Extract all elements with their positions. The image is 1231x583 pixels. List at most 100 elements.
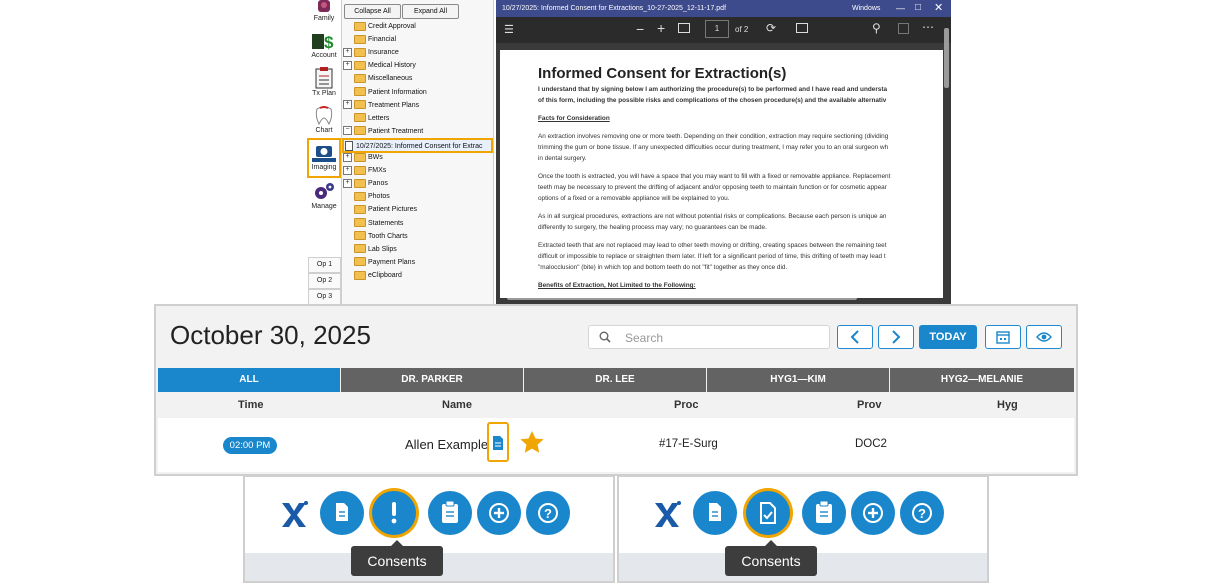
- column-hyg: Hyg: [997, 399, 1018, 411]
- tab-hyg2-melanie[interactable]: HYG2—MELANIE: [890, 368, 1074, 392]
- tree-item-label: 10/27/2025: Informed Consent for Extrac: [356, 142, 483, 150]
- logo-x-icon: [282, 501, 308, 527]
- add-button[interactable]: [477, 491, 521, 535]
- folder-icon: [354, 270, 366, 280]
- tree-item-label: Letters: [368, 114, 390, 122]
- clipboard-button[interactable]: [802, 491, 846, 535]
- expand-icon[interactable]: +: [343, 165, 352, 175]
- nav-manage[interactable]: Manage: [307, 182, 341, 210]
- next-day-button[interactable]: [878, 325, 914, 349]
- schedule-panel: October 30, 2025 Search TODAY ALL DR. PA…: [154, 304, 1078, 476]
- visibility-button[interactable]: [1026, 325, 1062, 349]
- nav-chart[interactable]: Chart: [307, 106, 341, 134]
- zoom-out-icon[interactable]: −: [636, 21, 644, 37]
- tree-item[interactable]: Patient Pictures: [354, 204, 417, 216]
- expand-icon[interactable]: +: [343, 60, 352, 70]
- search-icon[interactable]: ⚲: [872, 21, 881, 35]
- calendar-button[interactable]: [985, 325, 1021, 349]
- expand-icon[interactable]: +: [343, 100, 352, 110]
- tree-item[interactable]: Lab Slips: [354, 244, 397, 256]
- folder-icon: [354, 126, 366, 136]
- consents-complete-button[interactable]: [746, 491, 790, 535]
- clipboard-button[interactable]: [428, 491, 472, 535]
- document-check-icon: [760, 502, 776, 524]
- column-proc: Proc: [674, 399, 699, 411]
- tree-item[interactable]: Tooth Charts: [354, 231, 408, 243]
- tree-item-selected[interactable]: 10/27/2025: Informed Consent for Extrac: [342, 137, 493, 153]
- tab-all[interactable]: ALL: [158, 368, 340, 392]
- nav-tx-plan[interactable]: Tx Plan: [307, 67, 341, 97]
- close-icon[interactable]: ✕: [934, 1, 943, 14]
- expand-icon[interactable]: +: [343, 152, 352, 162]
- fit-page-icon[interactable]: [678, 23, 690, 33]
- zoom-in-icon[interactable]: +: [657, 20, 665, 36]
- documents-button[interactable]: [693, 491, 737, 535]
- tree-item[interactable]: Letters: [354, 113, 389, 125]
- patient-name[interactable]: Allen Example: [405, 437, 488, 452]
- nav-family[interactable]: Family: [307, 0, 341, 22]
- tree-item[interactable]: Credit Approval: [354, 21, 416, 33]
- tree-item[interactable]: + Panos: [343, 178, 388, 190]
- consents-alert-button[interactable]: [372, 491, 416, 535]
- tree-item-label: Patient Treatment: [368, 127, 424, 135]
- tree-item-label: eClipboard: [368, 271, 402, 279]
- tree-item[interactable]: − Patient Treatment: [343, 126, 423, 138]
- expand-icon[interactable]: +: [343, 178, 352, 188]
- eye-icon: [1036, 332, 1052, 342]
- tree-item[interactable]: Payment Plans: [354, 257, 415, 269]
- search-input[interactable]: Search: [588, 325, 830, 349]
- add-button[interactable]: [851, 491, 895, 535]
- help-button[interactable]: ?: [900, 491, 944, 535]
- tree-item[interactable]: Financial: [354, 34, 396, 46]
- folder-icon: [354, 191, 366, 201]
- today-button[interactable]: TODAY: [919, 325, 977, 349]
- contents-menu-icon[interactable]: ☰: [504, 23, 514, 36]
- nav-label: Family: [313, 15, 335, 22]
- tree-item[interactable]: + Insurance: [343, 47, 399, 59]
- tree-item[interactable]: Photos: [354, 191, 390, 203]
- consent-document-button[interactable]: [487, 422, 509, 462]
- star-icon[interactable]: [519, 430, 545, 454]
- tree-item[interactable]: + Treatment Plans: [343, 100, 419, 112]
- tab-dr-lee[interactable]: DR. LEE: [524, 368, 706, 392]
- documents-button[interactable]: [320, 491, 364, 535]
- tab-dr-parker[interactable]: DR. PARKER: [341, 368, 523, 392]
- help-button[interactable]: ?: [526, 491, 570, 535]
- expand-icon[interactable]: +: [343, 47, 352, 57]
- expand-all-button[interactable]: Expand All: [402, 4, 459, 19]
- clipboard-icon: [816, 501, 832, 523]
- clipboard-list-icon: [315, 67, 333, 89]
- tree-item[interactable]: eClipboard: [354, 270, 402, 282]
- rotate-icon[interactable]: ⟳: [766, 21, 776, 35]
- op-1-button[interactable]: Op 1: [308, 257, 341, 273]
- maximize-icon[interactable]: □: [915, 2, 921, 13]
- schedule-date: October 30, 2025: [170, 320, 371, 350]
- tree-item[interactable]: + FMXs: [343, 165, 386, 177]
- svg-text:?: ?: [544, 506, 552, 521]
- nav-account[interactable]: $ Account: [307, 31, 341, 59]
- page-view-icon[interactable]: [796, 23, 808, 33]
- pdf-vertical-scrollbar[interactable]: [944, 28, 949, 88]
- window-label: Windows: [852, 5, 881, 12]
- save-icon[interactable]: [898, 23, 909, 34]
- more-options-icon[interactable]: ⋯: [922, 20, 934, 34]
- tree-item[interactable]: Patient Information: [354, 87, 427, 99]
- op-2-button[interactable]: Op 2: [308, 273, 341, 289]
- tab-hyg1-kim[interactable]: HYG1—KIM: [707, 368, 889, 392]
- collapse-all-button[interactable]: Collapse All: [344, 4, 401, 19]
- tree-item[interactable]: + Medical History: [343, 60, 416, 72]
- pdf-text-line: Once the tooth is extracted, you will ha…: [538, 173, 891, 180]
- pdf-text-line: differently to surgery, the healing proc…: [538, 224, 767, 231]
- collapse-icon[interactable]: −: [343, 126, 352, 136]
- previous-day-button[interactable]: [837, 325, 873, 349]
- tree-item[interactable]: + BWs: [343, 152, 383, 164]
- minimize-icon[interactable]: —: [896, 3, 905, 13]
- tree-item[interactable]: Statements: [354, 218, 403, 230]
- table-row[interactable]: 02:00 PM Allen Example #17-E-Surg DOC2: [158, 418, 1074, 472]
- page-number-input[interactable]: 1: [705, 20, 729, 38]
- op-3-button[interactable]: Op 3: [308, 289, 341, 304]
- svg-text:$: $: [324, 33, 334, 51]
- page-total: of 2: [735, 25, 749, 34]
- nav-imaging[interactable]: Imaging: [307, 138, 341, 178]
- tree-item[interactable]: Miscellaneous: [354, 73, 412, 85]
